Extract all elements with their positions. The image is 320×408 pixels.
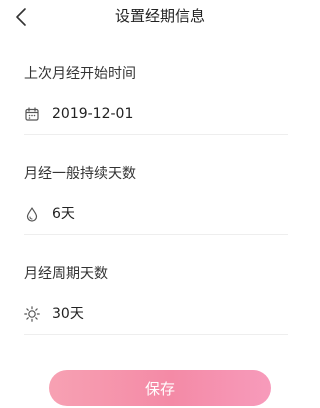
page-title: 设置经期信息 bbox=[114, 7, 205, 25]
last-period-selector[interactable]: 2019-12-01 bbox=[24, 96, 288, 132]
last-period-value: 2019-12-01 bbox=[52, 106, 134, 122]
calendar-icon bbox=[24, 106, 40, 122]
drop-icon bbox=[24, 206, 40, 222]
cycle-value: 30天 bbox=[52, 306, 84, 322]
app-header: 设置经期信息 bbox=[0, 0, 320, 34]
cycle-selector[interactable]: 30天 bbox=[24, 296, 288, 332]
last-period-label: 上次月经开始时间 bbox=[24, 66, 136, 82]
divider bbox=[24, 134, 288, 135]
sun-icon bbox=[24, 306, 40, 322]
cycle-label: 月经周期天数 bbox=[24, 266, 108, 282]
divider bbox=[24, 234, 288, 235]
divider bbox=[24, 334, 288, 335]
duration-value: 6天 bbox=[52, 206, 75, 222]
duration-label: 月经一般持续天数 bbox=[24, 166, 136, 182]
duration-selector[interactable]: 6天 bbox=[24, 196, 288, 232]
save-button[interactable]: 保存 bbox=[49, 370, 271, 406]
